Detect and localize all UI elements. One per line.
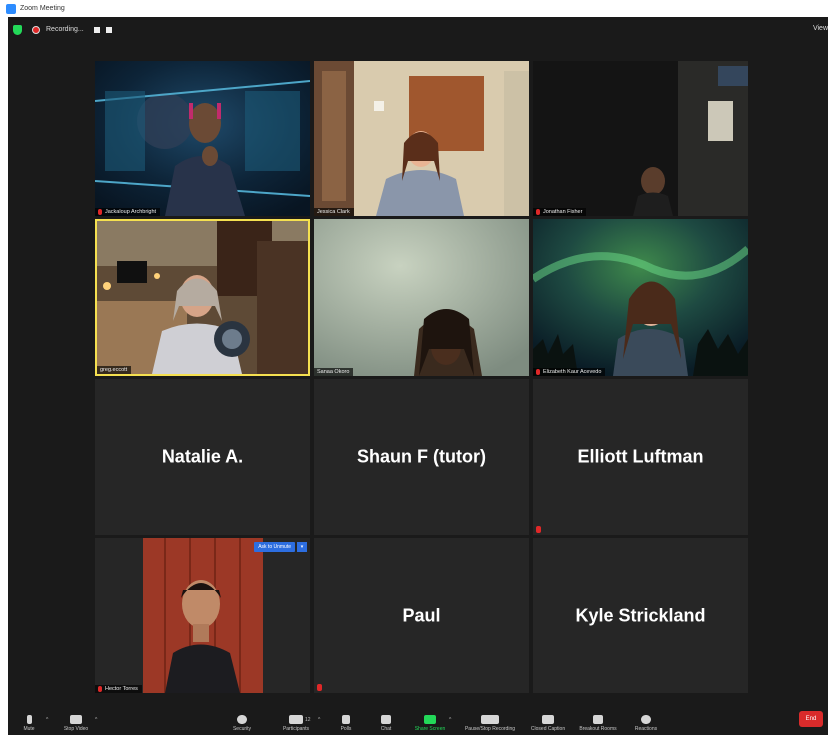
participant-name-label: Hector Torres xyxy=(95,685,142,693)
chat-bubble-icon xyxy=(381,715,391,724)
recording-status: Recording... xyxy=(46,26,84,33)
participants-button[interactable]: Participants xyxy=(270,713,322,735)
video-tile-jonathan[interactable]: Jonathan Fisher xyxy=(533,61,748,216)
reactions-button[interactable]: Reactions xyxy=(620,713,672,735)
microphone-icon xyxy=(26,715,32,724)
window-titlebar: Zoom Meeting xyxy=(0,0,828,17)
participant-name-label: Elizabeth Kaur Acevedo xyxy=(533,368,606,376)
participant-video xyxy=(533,61,748,216)
encryption-shield-icon[interactable] xyxy=(13,25,22,35)
view-button[interactable]: View xyxy=(813,25,828,32)
participant-video xyxy=(95,538,310,693)
share-options-chevron-icon[interactable]: ^ xyxy=(449,717,451,723)
recording-dot-icon xyxy=(32,26,40,34)
muted-mic-icon xyxy=(536,526,541,533)
participant-name: Elliott Luftman xyxy=(577,446,704,467)
pause-stop-recording-icon xyxy=(481,715,499,724)
participant-video xyxy=(95,61,310,216)
participant-video xyxy=(314,219,529,376)
tile-natalie[interactable]: Natalie A. xyxy=(95,379,310,535)
closed-caption-button[interactable]: Closed Caption xyxy=(522,713,574,735)
participant-video xyxy=(97,221,308,374)
zoom-logo-icon xyxy=(6,3,16,14)
participant-video xyxy=(314,61,529,216)
closed-caption-icon xyxy=(542,715,554,724)
participant-name-label: Jonathan Fisher xyxy=(533,208,587,216)
tile-kyle[interactable]: Kyle Strickland xyxy=(533,538,748,693)
video-tile-hector[interactable]: Ask to Unmute ▾ Hector Torres xyxy=(95,538,310,693)
polls-bar-chart-icon xyxy=(342,715,350,724)
pause-recording-icon[interactable] xyxy=(94,27,100,33)
security-button[interactable]: Security xyxy=(216,713,268,735)
muted-mic-icon xyxy=(317,684,322,691)
video-tile-greg[interactable]: greg.eccott xyxy=(95,219,310,376)
participant-name-label: Sanaa Okoro xyxy=(314,368,354,376)
breakout-rooms-button[interactable]: Breakout Rooms xyxy=(572,713,624,735)
participant-video xyxy=(533,219,748,376)
video-tile-jackaloup[interactable]: Jackaloup Archbright xyxy=(95,61,310,216)
participant-name: Natalie A. xyxy=(161,446,244,467)
tile-paul[interactable]: Paul xyxy=(314,538,529,693)
video-options-chevron-icon[interactable]: ^ xyxy=(95,717,97,723)
participant-name: Paul xyxy=(402,605,441,625)
ask-to-unmute-button[interactable]: Ask to Unmute xyxy=(254,542,295,552)
muted-mic-icon xyxy=(536,369,540,375)
tile-elliott[interactable]: Elliott Luftman xyxy=(533,379,748,535)
tile-shaun[interactable]: Shaun F (tutor) xyxy=(314,379,529,535)
muted-mic-icon xyxy=(98,209,102,215)
video-tile-sanaa[interactable]: Sanaa Okoro xyxy=(314,219,529,376)
participant-name: Kyle Strickland xyxy=(575,605,706,625)
meeting-topbar: Recording... View xyxy=(8,17,828,43)
participant-name-label: Jackaloup Archbright xyxy=(95,208,161,216)
end-meeting-button[interactable]: End xyxy=(799,711,823,727)
breakout-rooms-icon xyxy=(593,715,603,724)
muted-mic-icon xyxy=(98,686,102,692)
participant-name-label: Jessica Clark xyxy=(314,208,354,216)
security-shield-icon xyxy=(237,715,247,724)
window-title: Zoom Meeting xyxy=(20,5,65,12)
participant-name-label: greg.eccott xyxy=(97,366,132,374)
pause-stop-recording-button[interactable]: Pause/Stop Recording xyxy=(456,713,524,735)
participants-count: 12 xyxy=(305,717,311,723)
participant-name: Shaun F (tutor) xyxy=(357,446,486,467)
video-tile-elizabeth[interactable]: Elizabeth Kaur Acevedo xyxy=(533,219,748,376)
stop-recording-icon[interactable] xyxy=(106,27,112,33)
participants-icon xyxy=(289,715,303,724)
muted-mic-icon xyxy=(536,209,540,215)
reactions-emoji-icon xyxy=(641,715,651,724)
meeting-toolbar: Mute ^ Stop Video ^ Security Participant… xyxy=(8,713,828,735)
share-screen-icon xyxy=(424,715,436,724)
audio-options-chevron-icon[interactable]: ^ xyxy=(46,717,48,723)
video-tile-jessica[interactable]: Jessica Clark xyxy=(314,61,529,216)
video-camera-icon xyxy=(70,715,82,724)
ask-to-unmute-menu-icon[interactable]: ▾ xyxy=(297,542,307,552)
meeting-area: Recording... View Jackaloup Archbright J… xyxy=(8,17,828,735)
